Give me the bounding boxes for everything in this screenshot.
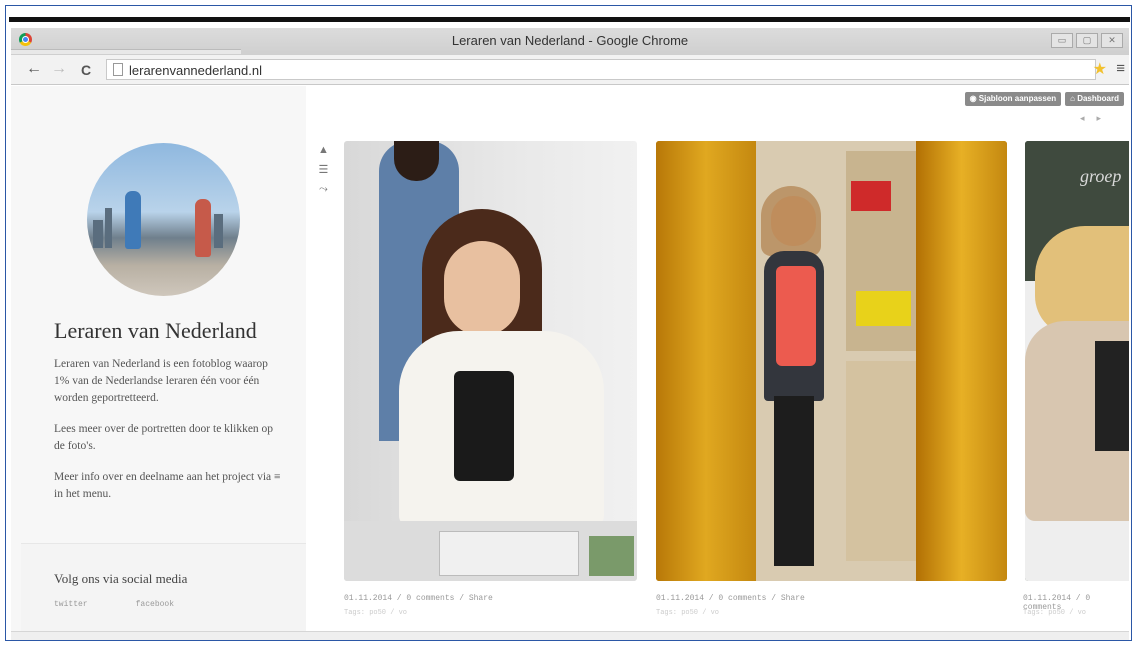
window-controls: ▭ ▢ ✕ xyxy=(1051,33,1123,48)
page-icon xyxy=(113,63,123,76)
prev-arrow-icon[interactable]: ◂ xyxy=(1080,113,1097,123)
window-title: Leraren van Nederland - Google Chrome xyxy=(451,33,689,48)
avatar-building xyxy=(214,214,223,248)
forward-arrow-icon[interactable]: → xyxy=(51,60,67,78)
horizontal-scrollbar[interactable] xyxy=(11,631,1129,640)
description-paragraph: Meer info over en deelname aan het proje… xyxy=(54,471,281,500)
avatar-building xyxy=(93,220,103,248)
address-bar[interactable]: lerarenvannederland.nl xyxy=(106,59,1096,80)
browser-tab[interactable] xyxy=(11,49,241,54)
blog-avatar xyxy=(87,143,240,296)
top-border-bar xyxy=(9,17,1130,22)
chalk-text: groep xyxy=(1080,166,1122,186)
twitter-link[interactable]: twitter xyxy=(54,600,88,609)
description-paragraph: Lees meer over de portretten door te kli… xyxy=(54,423,274,452)
site-description: Leraren van Nederland is een fotoblog wa… xyxy=(54,356,282,517)
list-icon[interactable]: ☰ xyxy=(319,163,329,176)
screenshot-frame: Leraren van Nederland - Google Chrome ▭ … xyxy=(5,5,1132,641)
green-folder xyxy=(589,536,634,576)
chrome-menu-icon[interactable]: ≡ xyxy=(1116,60,1125,77)
post-tags[interactable]: Tags: po50 / vo xyxy=(344,609,407,617)
trousers xyxy=(774,396,814,566)
red-box xyxy=(851,181,891,211)
social-links: twitter facebook xyxy=(54,600,174,609)
description-paragraph: Leraren van Nederland is een fotoblog wa… xyxy=(54,358,268,404)
close-button[interactable]: ✕ xyxy=(1101,33,1123,48)
bookmark-star-icon[interactable]: ★ xyxy=(1093,59,1107,79)
post-tags[interactable]: Tags: po50 / vo xyxy=(656,609,719,617)
yellow-curtain xyxy=(916,141,1007,581)
maximize-button[interactable]: ▢ xyxy=(1076,33,1098,48)
web-page: Leraren van Nederland Leraren van Nederl… xyxy=(11,86,1129,631)
avatar-figure xyxy=(195,199,211,257)
face xyxy=(444,241,520,336)
url-text[interactable]: lerarenvannederland.nl xyxy=(129,63,262,78)
browser-toolbar: ← → C lerarenvannederland.nl ★ ≡ xyxy=(11,55,1129,85)
link-icon[interactable]: ⤳ xyxy=(319,183,328,196)
sidebar: Leraren van Nederland Leraren van Nederl… xyxy=(11,86,306,631)
hair xyxy=(761,186,821,256)
reload-icon[interactable]: C xyxy=(81,62,91,78)
black-top xyxy=(454,371,514,481)
gallery-arrows: ◂▸ xyxy=(1080,113,1113,124)
post-meta[interactable]: 01.11.2014 / 0 comments / Share xyxy=(656,594,805,603)
teacher-photo[interactable] xyxy=(344,141,637,581)
post-tags[interactable]: Tags: po50 / vo xyxy=(1023,609,1086,617)
avatar-figure xyxy=(125,191,141,249)
dashboard-label: Dashboard xyxy=(1077,94,1119,103)
person-icon[interactable]: ▲ xyxy=(318,144,329,156)
view-tools: ▲ ☰ ⤳ xyxy=(318,144,329,196)
social-title: Volg ons via social media xyxy=(54,571,188,586)
facebook-link[interactable]: facebook xyxy=(136,600,174,609)
social-media-block: Volg ons via social media twitter facebo… xyxy=(21,543,306,631)
post-meta[interactable]: 01.11.2014 / 0 comments / Share xyxy=(344,594,493,603)
dashboard-button[interactable]: ⌂ Dashboard xyxy=(1065,92,1124,106)
child-sleeve xyxy=(1095,341,1129,451)
admin-toolbar: ◉ Sjabloon aanpassen ⌂ Dashboard xyxy=(964,92,1124,106)
site-title: Leraren van Nederland xyxy=(54,318,257,343)
teacher-photo[interactable]: groep xyxy=(1025,141,1129,581)
template-edit-button[interactable]: ◉ Sjabloon aanpassen xyxy=(964,92,1062,106)
minimize-button[interactable]: ▭ xyxy=(1051,33,1073,48)
child-hair xyxy=(1035,226,1129,336)
avatar-building xyxy=(105,208,112,248)
yellow-box xyxy=(856,291,911,326)
next-arrow-icon[interactable]: ▸ xyxy=(1096,113,1113,123)
yellow-curtain xyxy=(656,141,756,581)
teacher-photo[interactable] xyxy=(656,141,1007,581)
red-shirt xyxy=(776,266,816,366)
browser-titlebar: Leraren van Nederland - Google Chrome ▭ … xyxy=(11,28,1129,55)
binder xyxy=(439,531,579,576)
drawer-cabinet xyxy=(846,361,916,561)
template-edit-label: Sjabloon aanpassen xyxy=(978,94,1057,103)
back-arrow-icon[interactable]: ← xyxy=(26,60,42,78)
